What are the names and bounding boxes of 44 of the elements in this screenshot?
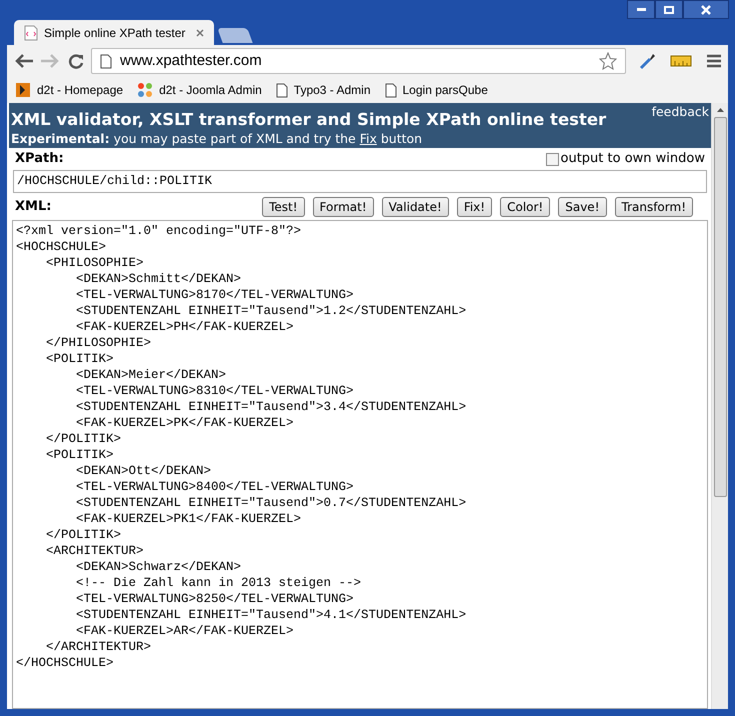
page-icon bbox=[276, 82, 288, 98]
browser-tab[interactable]: Simple online XPath tester bbox=[14, 20, 214, 45]
ruler-icon[interactable] bbox=[670, 54, 692, 68]
minimize-button[interactable] bbox=[627, 0, 655, 19]
url-text: www.xpathtester.com bbox=[120, 50, 262, 71]
bookmark-link[interactable]: Login parsQube bbox=[384, 81, 488, 99]
action-button[interactable]: Format! bbox=[312, 196, 374, 216]
maximize-button[interactable] bbox=[655, 0, 683, 19]
eyedropper-icon[interactable] bbox=[638, 51, 658, 71]
page-icon bbox=[384, 82, 396, 98]
tab-title: Simple online XPath tester bbox=[44, 24, 186, 42]
experimental-note: Experimental: you may paste part of XML and try the Fix button bbox=[11, 131, 424, 147]
checkbox[interactable] bbox=[546, 152, 559, 166]
close-icon[interactable] bbox=[196, 28, 204, 36]
action-button[interactable]: Fix! bbox=[456, 196, 492, 216]
close-icon bbox=[701, 4, 711, 14]
bookmark-link[interactable]: d2t - Joomla Admin bbox=[137, 81, 262, 99]
xml-editor[interactable]: <?xml version="1.0" encoding="UTF-8"?> <HOCHSCHULE> <PHILOSOPHIE> <DEKAN>Schmitt</DEKAN> <TEL-VERWALTUNG>8170</TEL-VERWALTUNG> <STUDENTENZAHL EINHEIT="Tausend">1.2</STUDENTENZAHL> <FAK-KUERZEL>PH</FAK-KUERZEL> </PHILOSOPHIE> <POLITIK> <DEKAN>Meier</DEKAN> <TEL-VERWALTUNG>8310</TEL-VERWALTUNG> <STUDENTENZAHL EINHEIT="Tausend">3.4</STUDENTENZAHL> <FAK-KUERZEL>PK</FAK-KUERZEL> </POLITIK> <POLITIK> <DEKAN>Ott</DEKAN> <TEL-VERWALTUNG>8400</TEL-VERWALTUNG> <STUDENTENZAHL EINHEIT="Tausend">0.7</STUDENTENZAHL> <FAK-KUERZEL>PK1</FAK-KUERZEL> </POLITIK> <ARCHITEKTUR> <DEKAN>Schwarz</DEKAN> <!-- Die Zahl kann in 2013 steigen --> <TEL-VERWALTUNG>8250</TEL-VERWALTUNG> <STUDENTENZAHL EINHEIT="Tausend">4.1</STUDENTENZAHL> <FAK-KUERZEL>AR</FAK-KUERZEL> </ARCHITEKTUR> </HOCHSCHULE> bbox=[12, 220, 708, 709]
scroll-thumb[interactable] bbox=[714, 117, 726, 497]
bookmark-link[interactable]: Typo3 - Admin bbox=[276, 81, 370, 99]
xpath-label: XPath: bbox=[15, 150, 64, 168]
star-icon[interactable] bbox=[599, 52, 617, 70]
xpath-input[interactable]: /HOCHSCHULE/child::POLITIK bbox=[13, 170, 707, 193]
joomla-logo-icon bbox=[137, 82, 154, 98]
scrollbar[interactable] bbox=[711, 103, 728, 709]
feedback-link[interactable]: feedback bbox=[652, 105, 709, 119]
new-tab-button[interactable] bbox=[217, 28, 253, 43]
back-arrow-icon[interactable] bbox=[13, 52, 35, 70]
action-button[interactable]: Color! bbox=[500, 196, 550, 216]
code-file-icon bbox=[24, 24, 38, 40]
action-button[interactable]: Test! bbox=[262, 196, 305, 216]
site-logo-icon bbox=[15, 82, 31, 98]
menu-icon[interactable] bbox=[706, 54, 722, 68]
close-button[interactable] bbox=[683, 0, 729, 19]
fix-link[interactable]: Fix bbox=[360, 131, 377, 146]
bookmark-link[interactable]: d2t - Homepage bbox=[15, 81, 124, 99]
action-button[interactable]: Validate! bbox=[382, 196, 449, 216]
address-bar[interactable]: www.xpathtester.com bbox=[91, 48, 626, 74]
page-icon bbox=[100, 54, 112, 68]
action-button[interactable]: Save! bbox=[558, 196, 606, 216]
checkbox-label: output to own window bbox=[560, 150, 705, 168]
page-title: XML validator, XSLT transformer and Simple XPath online tester bbox=[11, 109, 606, 131]
action-button[interactable]: Transform! bbox=[614, 196, 693, 216]
xml-label: XML: bbox=[15, 198, 52, 216]
